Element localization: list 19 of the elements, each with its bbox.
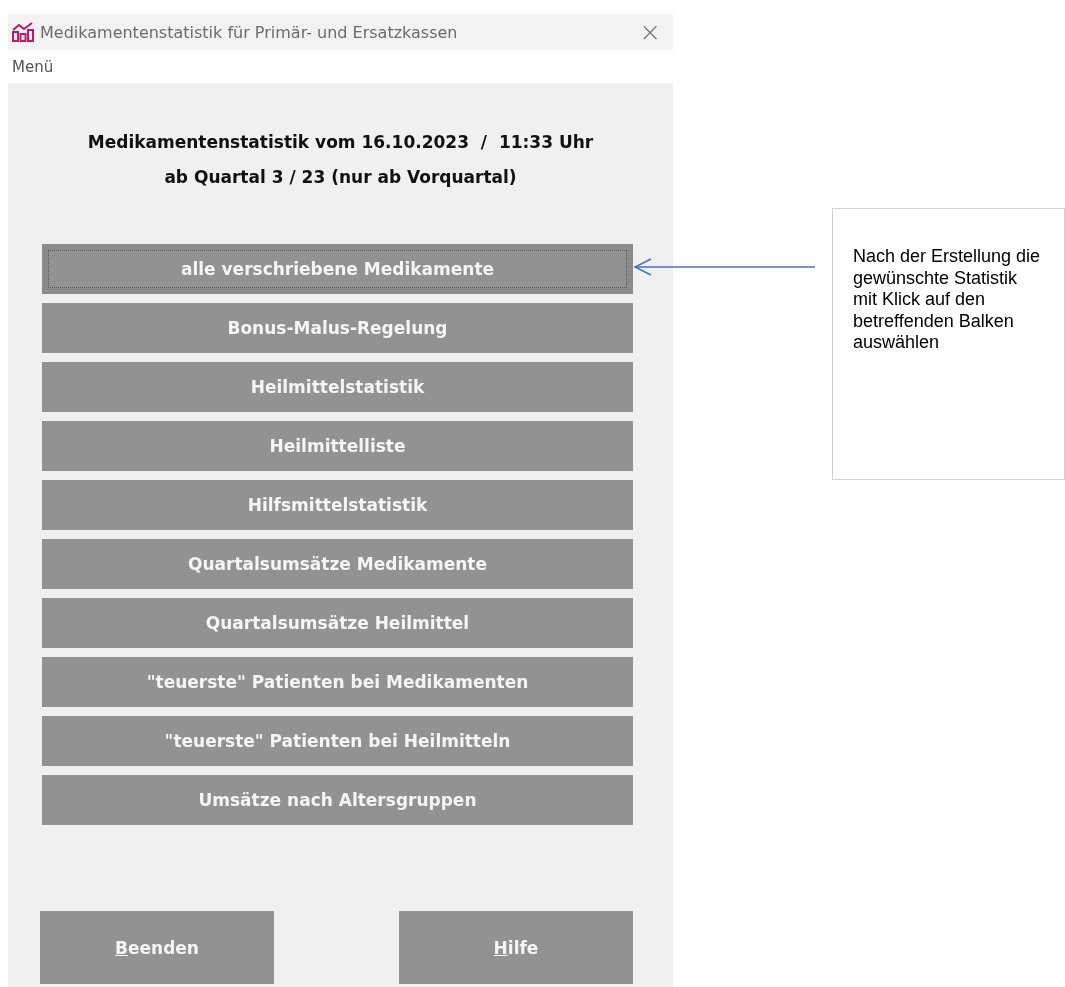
statistic-button[interactable]: Heilmittelstatistik xyxy=(42,362,633,412)
exit-button[interactable]: Beenden xyxy=(40,911,274,984)
statistic-button[interactable]: Quartalsumsätze Heilmittel xyxy=(42,598,633,648)
statistic-button[interactable]: Bonus-Malus-Regelung xyxy=(42,303,633,353)
heading-line: Medikamentenstatistik vom 16.10.2023 / 11:33 Uhr xyxy=(87,131,594,154)
statistic-button[interactable]: Umsätze nach Altersgruppen xyxy=(42,775,633,825)
help-button[interactable]: Hilfe xyxy=(399,911,633,984)
callout-text: Nach der Erstellung die gewünschte Statistik mit Klick auf den betreffenden Balken auswählen xyxy=(853,246,1042,354)
statistic-button[interactable]: "teuerste" Patienten bei Medikamenten xyxy=(42,657,633,707)
statistic-button[interactable]: "teuerste" Patienten bei Heilmitteln xyxy=(42,716,633,766)
window-title: Medikamentenstatistik für Primär- und Ersatzkassen xyxy=(40,22,459,42)
bar-chart-icon xyxy=(12,22,34,42)
statistic-button[interactable]: Heilmittelliste xyxy=(42,421,633,471)
statistic-button[interactable]: alle verschriebene Medikamente xyxy=(42,244,633,294)
statistic-button[interactable]: Hilfsmittelstatistik xyxy=(42,480,633,530)
heading-line: ab Quartal 3 / 23 (nur ab Vorquartal) xyxy=(164,166,517,189)
close-button[interactable]: × xyxy=(633,19,667,45)
menu-item[interactable]: Menü xyxy=(12,57,54,76)
statistic-button[interactable]: Quartalsumsätze Medikamente xyxy=(42,539,633,589)
